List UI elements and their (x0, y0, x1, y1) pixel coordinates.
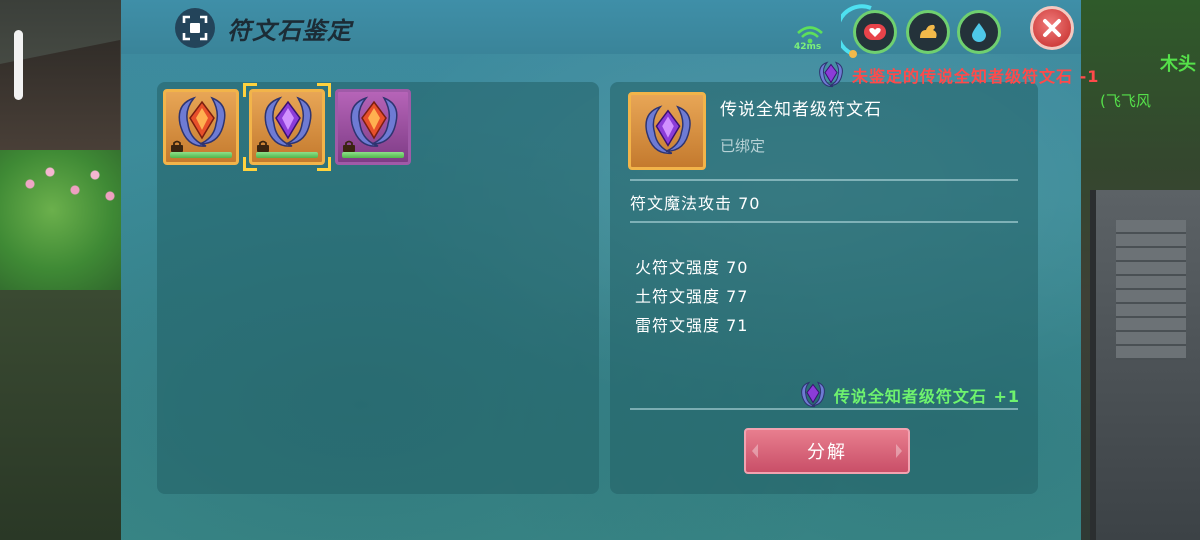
bound-status: 已绑定 (720, 137, 766, 155)
rune-stone-icon (801, 381, 825, 408)
sub-stat: 土符文强度 77 (635, 287, 749, 306)
main-stat: 符文魔法攻击 70 (630, 194, 761, 213)
decompose-reward: 传说全知者级符文石 +1 (798, 380, 1020, 410)
world-player-guild: (飞飞风 (1100, 92, 1151, 110)
world-player-name: 木头 (1160, 54, 1196, 75)
durability-bar (256, 152, 318, 158)
strength-button[interactable] (906, 10, 950, 54)
ground-path (0, 290, 130, 540)
house-building (1090, 190, 1200, 540)
scan-frame-icon (175, 8, 215, 48)
rune-list-panel (157, 82, 599, 494)
item-name: 传说全知者级符文石 (720, 100, 882, 120)
lock-icon (343, 140, 355, 152)
sub-stat: 雷符文强度 71 (635, 316, 749, 335)
durability-bar (342, 152, 404, 158)
durability-bar (170, 152, 232, 158)
rune-slot-2[interactable] (249, 89, 325, 165)
rune-stone-icon (819, 61, 843, 88)
decompose-button-label: 分解 (807, 442, 847, 463)
divider (630, 408, 1018, 410)
close-button[interactable] (1030, 6, 1074, 50)
dialog-title: 符文石鉴定 (227, 17, 352, 45)
item-consumed-notification: 未鉴定的传说全知者级符文石 -1 (816, 60, 1099, 90)
reward-text: 传说全知者级符文石 +1 (833, 387, 1020, 406)
ping-label: 42ms (794, 42, 822, 52)
rune-detail-panel: 传说全知者级符文石 已绑定 符文魔法攻击 70 火符文强度 70 土符文强度 7… (610, 82, 1038, 494)
lock-icon (171, 140, 183, 152)
health-button[interactable] (853, 10, 897, 54)
lock-icon (257, 140, 269, 152)
close-icon (1043, 19, 1061, 37)
flower-bed (20, 160, 120, 220)
rune-slot-3[interactable] (335, 89, 411, 165)
divider (630, 179, 1018, 181)
selected-rune-icon-frame (628, 92, 706, 170)
water-drop-icon (972, 23, 986, 42)
decompose-button[interactable]: 分解 (744, 428, 910, 474)
rune-slot-1[interactable] (163, 89, 239, 165)
heart-icon (864, 24, 886, 40)
side-slider-handle[interactable] (14, 30, 23, 100)
strength-arm-icon (920, 24, 937, 38)
water-button[interactable] (957, 10, 1001, 54)
sub-stat: 火符文强度 70 (635, 258, 749, 277)
rune-stone-icon (645, 105, 691, 155)
divider (630, 221, 1018, 223)
notification-text: 未鉴定的传说全知者级符文石 -1 (852, 67, 1100, 86)
